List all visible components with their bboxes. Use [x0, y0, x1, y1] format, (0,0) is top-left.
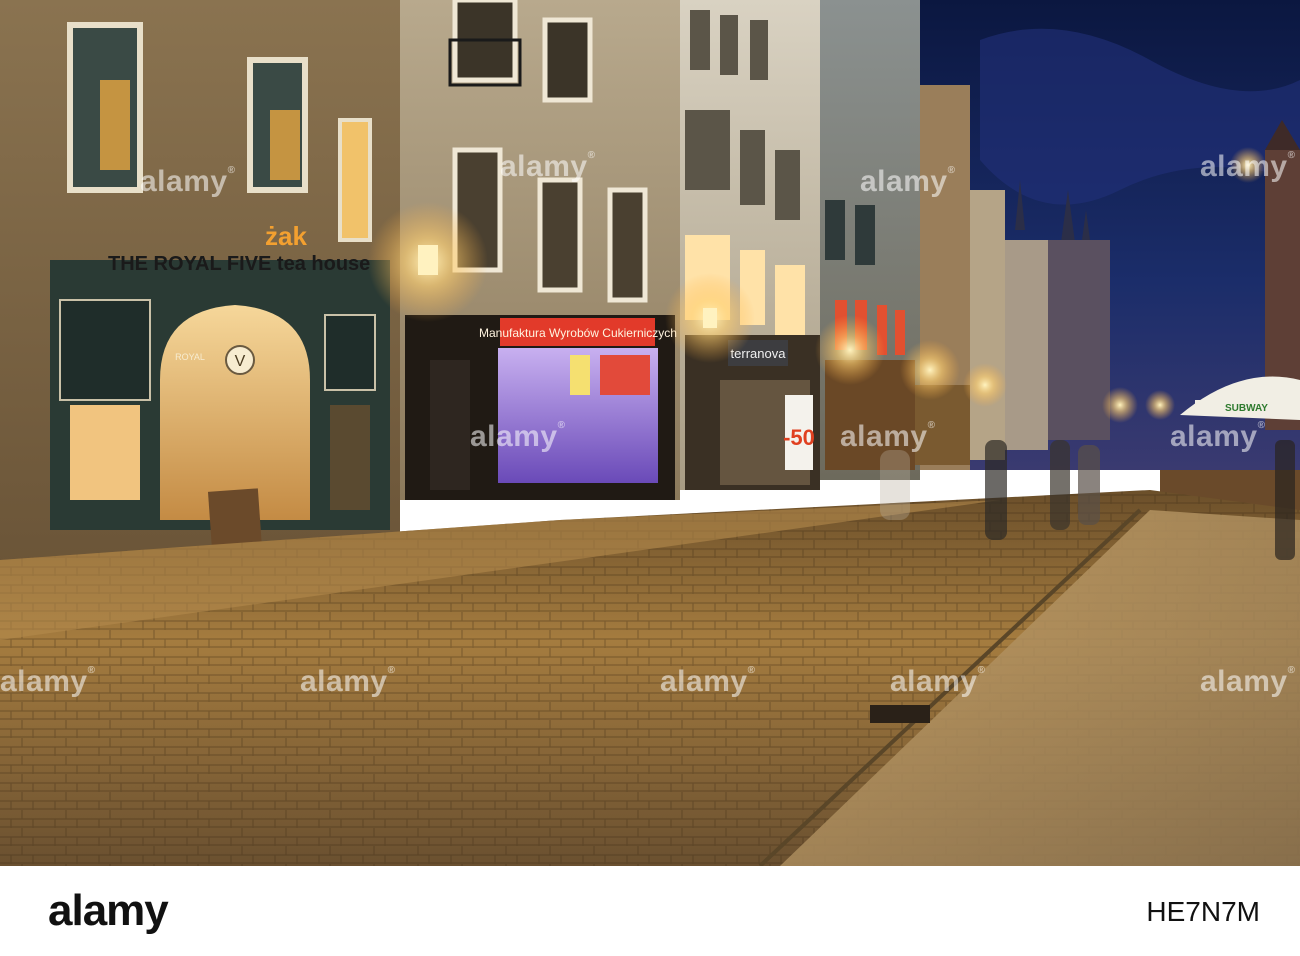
watermark: alamy	[140, 165, 235, 199]
sale-sign: -50	[783, 425, 815, 450]
royal-small-text: ROYAL	[175, 352, 205, 362]
watermark: alamy	[660, 665, 755, 699]
drain-grate	[870, 705, 930, 723]
royal-five-sign: THE ROYAL FIVE tea house	[108, 253, 370, 275]
street-photo: V ROYAL THE ROYAL FIVE tea house żak Man…	[0, 0, 1300, 866]
stock-footer: alamy HE7N7M	[0, 866, 1300, 956]
zak-sign: żak	[265, 221, 307, 251]
subway-sign: SUBWAY	[1225, 403, 1268, 414]
watermark: alamy	[500, 150, 595, 184]
manufaktura-shopfront: Manufaktura Wyrobów Cukierniczych	[405, 315, 677, 500]
distant-church	[1040, 240, 1110, 440]
watermark: alamy	[1200, 150, 1295, 184]
royal-logo: V	[235, 353, 246, 370]
royal-five-shopfront: V ROYAL THE ROYAL FIVE tea house	[50, 253, 390, 552]
image-id: HE7N7M	[1146, 896, 1260, 927]
watermark: alamy	[300, 665, 395, 699]
watermark: alamy	[0, 665, 95, 699]
street-scene-svg: V ROYAL THE ROYAL FIVE tea house żak Man…	[0, 0, 1300, 866]
watermark: alamy	[1200, 665, 1295, 699]
watermark: alamy	[470, 420, 565, 454]
watermark: alamy	[840, 420, 935, 454]
watermark: alamy	[860, 165, 955, 199]
alamy-logo: alamy	[48, 886, 169, 935]
watermark: alamy	[890, 665, 985, 699]
watermark: alamy	[1170, 420, 1265, 454]
manufaktura-sign: Manufaktura Wyrobów Cukierniczych	[479, 326, 677, 340]
building	[1000, 240, 1048, 450]
